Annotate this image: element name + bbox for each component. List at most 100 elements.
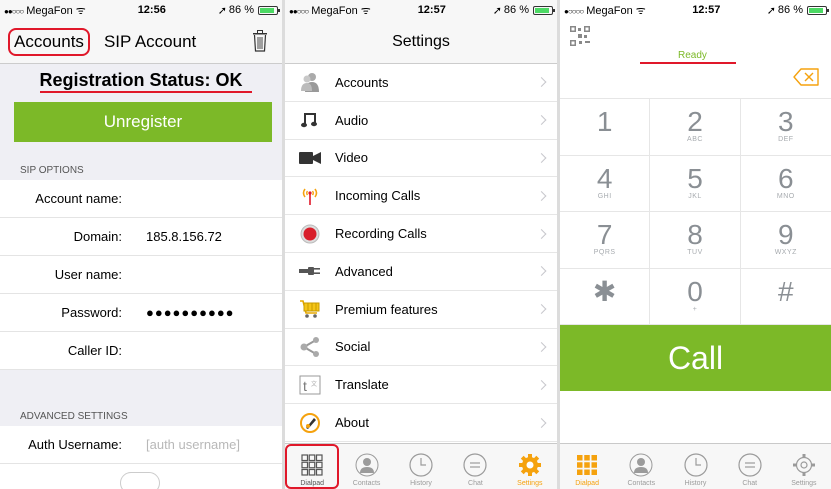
tab-label: History xyxy=(410,480,432,487)
battery-icon xyxy=(806,5,829,15)
menu-item-incoming-calls[interactable]: Incoming Calls xyxy=(285,177,557,216)
advanced-settings-header: ADVANCED SETTINGS xyxy=(20,411,128,422)
key-letters: JKL xyxy=(688,192,702,200)
antenna-icon xyxy=(297,185,323,207)
tab-history[interactable]: History xyxy=(394,444,448,489)
key-star[interactable]: ✱ xyxy=(560,268,651,325)
user-name-row[interactable]: User name: xyxy=(0,256,282,294)
tab-label: Dialpad xyxy=(575,480,599,487)
key-0[interactable]: 0 + xyxy=(650,268,741,325)
domain-value[interactable]: 185.8.156.72 xyxy=(128,229,222,244)
domain-row[interactable]: Domain: 185.8.156.72 xyxy=(0,218,282,256)
key-digit: 1 xyxy=(596,106,613,138)
clock-icon xyxy=(683,453,708,477)
gear-icon xyxy=(518,453,542,477)
tab-label: Settings xyxy=(791,480,817,487)
menu-item-accounts[interactable]: Accounts xyxy=(285,64,557,102)
key-3[interactable]: 3 DEF xyxy=(740,99,831,156)
key-2[interactable]: 2 ABC xyxy=(650,99,741,156)
menu-label: Social xyxy=(335,339,371,355)
record-icon xyxy=(297,223,323,245)
status-bar: ●●○○○ MegaFon ᯤ 12:57 ➚ 86 % xyxy=(285,0,557,20)
menu-item-audio[interactable]: Audio xyxy=(285,102,557,140)
settings-screen: ●●○○○ MegaFon ᯤ 12:57 ➚ 86 % Settings Ac… xyxy=(285,0,557,489)
key-6[interactable]: 6 MNO xyxy=(740,156,831,212)
tab-chat[interactable]: Chat xyxy=(448,444,502,489)
accounts-back-button[interactable]: Accounts xyxy=(8,27,90,56)
svg-text:文: 文 xyxy=(311,380,317,388)
menu-label: About xyxy=(335,415,369,431)
key-digit: 7 xyxy=(596,219,613,251)
menu-item-advanced[interactable]: Advanced xyxy=(285,253,557,291)
cart-icon xyxy=(297,298,323,320)
tab-settings[interactable]: Settings xyxy=(777,444,831,489)
battery-percent: 86 % xyxy=(228,4,254,16)
key-4[interactable]: 4 GHI xyxy=(560,155,651,212)
field-label: Account name: xyxy=(35,191,122,206)
registration-status-text: Registration Status: OK xyxy=(39,70,243,90)
menu-label: Advanced xyxy=(335,263,393,279)
password-row[interactable]: Password: ●●●●●●●●●● xyxy=(0,294,282,332)
key-hash[interactable]: # xyxy=(740,269,831,325)
chevron-right-icon xyxy=(536,115,547,126)
tab-dialpad[interactable]: Dialpad xyxy=(560,444,614,489)
key-digit: 6 xyxy=(778,162,794,194)
chevron-right-icon xyxy=(536,153,547,163)
password-value[interactable]: ●●●●●●●●●● xyxy=(128,305,235,320)
account-name-row[interactable]: Account name: xyxy=(0,180,282,218)
accounts-icon xyxy=(297,71,323,93)
chat-icon xyxy=(463,453,488,477)
chat-icon xyxy=(738,453,762,477)
carrier: ●●○○○ MegaFon ᯤ xyxy=(4,4,86,17)
svg-text:t: t xyxy=(303,378,307,394)
nav-bar: Settings xyxy=(285,20,557,64)
tab-chat[interactable]: Chat xyxy=(723,444,777,489)
menu-item-translate[interactable]: t文 Translate xyxy=(285,366,557,405)
tab-label: Dialpad xyxy=(300,480,325,487)
tab-contacts[interactable]: Contacts xyxy=(614,444,668,489)
tab-history[interactable]: History xyxy=(668,444,722,489)
call-button[interactable]: Call xyxy=(560,325,831,391)
translate-icon: t文 xyxy=(297,374,323,396)
menu-item-social[interactable]: Social xyxy=(285,329,557,367)
key-1[interactable]: 1 xyxy=(560,99,651,156)
backspace-icon[interactable] xyxy=(793,68,819,86)
tab-label: History xyxy=(684,480,707,487)
status-bar: ●●○○○ MegaFon ᯤ 12:56 ➚ 86 % xyxy=(0,0,282,20)
clock: 12:57 xyxy=(692,4,721,16)
field-label: Auth Username: xyxy=(28,437,122,452)
nav-bar: Accounts SIP Account xyxy=(0,20,282,64)
key-letters: GHI xyxy=(597,192,612,200)
menu-item-premium-features[interactable]: Premium features xyxy=(285,291,557,329)
key-letters: + xyxy=(692,305,698,313)
key-9[interactable]: 9 WXYZ xyxy=(740,212,831,269)
battery-icon xyxy=(532,5,555,15)
dialpad-header: Ready xyxy=(560,20,831,64)
auth-username-input[interactable]: [auth username] xyxy=(128,437,240,452)
key-8[interactable]: 8 TUV xyxy=(650,212,741,269)
tab-contacts[interactable]: Contacts xyxy=(339,444,393,489)
menu-item-recording-calls[interactable]: Recording Calls xyxy=(285,215,557,253)
key-5[interactable]: 5 JKL xyxy=(650,155,741,212)
highlight-underline xyxy=(40,91,252,93)
trash-icon[interactable] xyxy=(252,30,268,52)
menu-item-about[interactable]: About xyxy=(285,404,557,442)
tab-settings[interactable]: Settings xyxy=(503,444,557,489)
key-letters: PQRS xyxy=(593,249,616,257)
caller-id-row[interactable]: Caller ID: xyxy=(0,332,282,370)
tab-label: Contacts xyxy=(627,480,656,487)
chevron-right-icon xyxy=(536,266,547,277)
tab-bar: Dialpad Contacts History Chat Settings xyxy=(285,443,557,489)
clock: 12:57 xyxy=(417,4,446,16)
key-digit: 2 xyxy=(687,106,703,138)
key-7[interactable]: 7 PQRS xyxy=(560,212,651,269)
toggle-switch[interactable] xyxy=(120,472,160,489)
unregister-button[interactable]: Unregister xyxy=(14,102,272,142)
auth-username-row[interactable]: Auth Username: [auth username] xyxy=(0,426,282,464)
gear-icon xyxy=(792,453,816,477)
menu-item-video[interactable]: Video xyxy=(285,140,557,178)
tab-dialpad[interactable]: Dialpad xyxy=(285,444,340,489)
carrier: ●○○○○ MegaFon ᯤ xyxy=(564,4,646,17)
qr-code-icon[interactable] xyxy=(570,26,590,46)
